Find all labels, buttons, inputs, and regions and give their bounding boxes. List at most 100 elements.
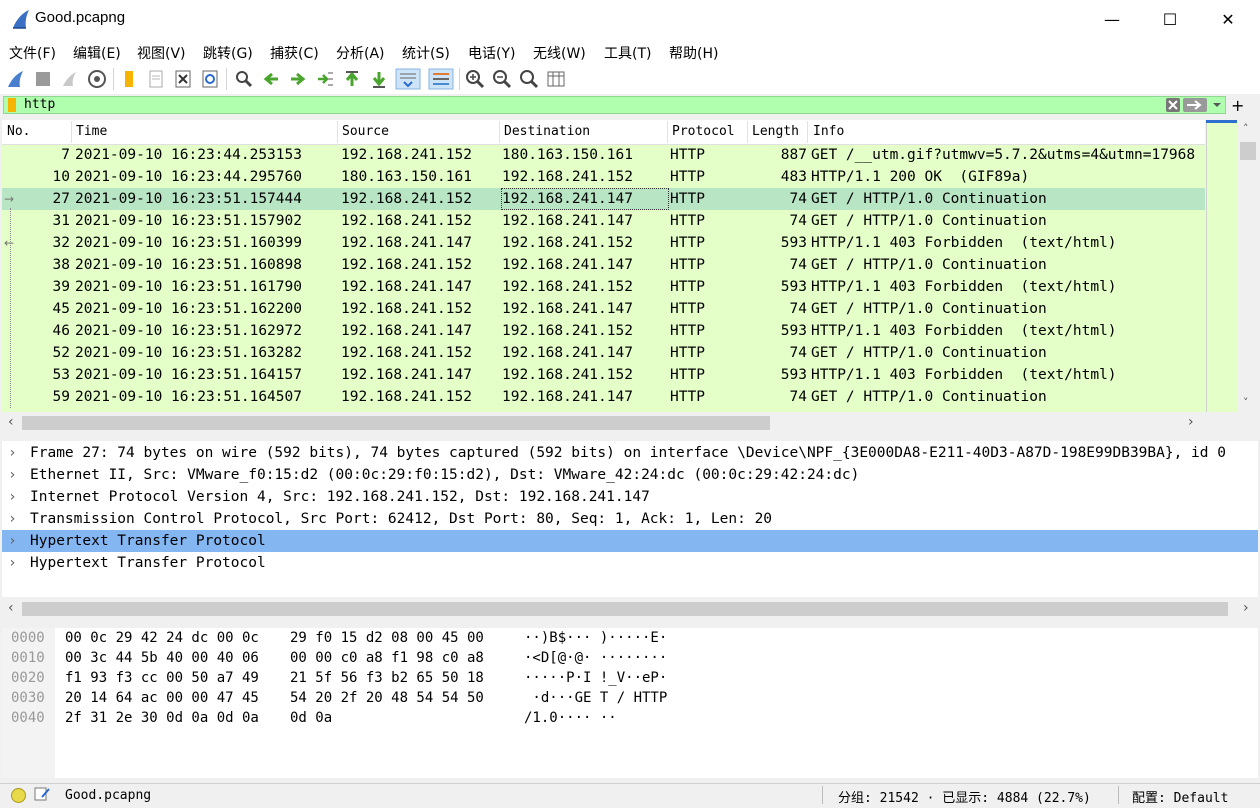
packet-list-hscroll-thumb[interactable] [22,416,770,430]
column-separator[interactable] [337,121,338,143]
normal-size-icon[interactable] [518,68,540,90]
open-file-icon[interactable] [118,68,140,90]
column-header-length[interactable]: Length [752,124,799,139]
stop-capture-icon[interactable] [32,68,54,90]
minimize-button[interactable]: — [1083,0,1141,38]
expand-chevron-icon[interactable]: › [8,486,17,508]
hex-bytes[interactable]: 00 0c 29 42 24 dc 00 0c [65,628,259,648]
start-capture-icon[interactable] [5,68,27,90]
expert-info-icon[interactable] [11,788,26,803]
column-separator[interactable] [71,121,72,143]
expand-chevron-icon[interactable]: › [8,530,17,552]
zoom-out-icon[interactable] [491,68,513,90]
detail-tree-item[interactable]: › Hypertext Transfer Protocol [2,552,1258,574]
packet-row[interactable]: 32 2021-09-10 16:23:51.160399 192.168.241.… [2,232,1205,254]
byte-offset[interactable]: 0020 [11,668,45,688]
status-profile[interactable]: 配置: Default [1132,787,1228,806]
restart-capture-icon[interactable] [59,68,81,90]
ascii-bytes[interactable]: ·d···GE T / HTTP [524,688,667,708]
scroll-up-icon[interactable]: ˄ [1243,122,1249,135]
menu-tools[interactable]: 工具(T) [604,43,651,63]
menu-analyze[interactable]: 分析(A) [336,43,385,63]
packet-row[interactable]: 38 2021-09-10 16:23:51.160898 192.168.241.… [2,254,1205,276]
menu-file[interactable]: 文件(F) [9,43,56,63]
column-separator[interactable] [667,121,668,143]
packet-minimap[interactable] [1206,120,1238,412]
ascii-bytes[interactable]: ·<D[@·@· ········ [524,648,667,668]
resize-columns-icon[interactable] [545,68,567,90]
menu-capture[interactable]: 捕获(C) [270,43,319,63]
packet-row[interactable]: 52 2021-09-10 16:23:51.163282 192.168.241.… [2,342,1205,364]
first-packet-icon[interactable] [341,68,363,90]
column-separator[interactable] [499,121,500,143]
close-file-icon[interactable] [172,68,194,90]
hex-bytes[interactable]: 54 20 2f 20 48 54 54 50 [290,688,484,708]
ascii-bytes[interactable]: ·····P·I !_V··eP· [524,668,667,688]
go-back-icon[interactable] [260,68,282,90]
column-header-destination[interactable]: Destination [504,124,590,139]
packet-row[interactable]: 46 2021-09-10 16:23:51.162972 192.168.241.… [2,320,1205,342]
packet-row[interactable]: 27 2021-09-10 16:23:51.157444 192.168.241.… [2,188,1205,210]
detail-tree-item[interactable]: › Ethernet II, Src: VMware_f0:15:d2 (00:0… [2,464,1258,486]
menu-edit[interactable]: 编辑(E) [73,43,121,63]
packet-row[interactable]: 39 2021-09-10 16:23:51.161790 192.168.241.… [2,276,1205,298]
go-forward-icon[interactable] [287,68,309,90]
byte-offset[interactable]: 0040 [11,708,45,728]
menu-telephony[interactable]: 电话(Y) [468,43,515,63]
menu-view[interactable]: 视图(V) [137,43,186,63]
details-hscroll-thumb[interactable] [22,602,1228,616]
packet-row[interactable]: 45 2021-09-10 16:23:51.162200 192.168.241.… [2,298,1205,320]
zoom-in-icon[interactable] [464,68,486,90]
column-header-source[interactable]: Source [342,124,389,139]
scroll-left-icon[interactable]: ‹ [8,600,14,616]
scroll-right-icon[interactable]: › [1188,414,1194,430]
colorize-icon[interactable] [428,68,454,90]
autoscroll-icon[interactable] [395,68,421,90]
byte-offset[interactable]: 0030 [11,688,45,708]
column-header-protocol[interactable]: Protocol [672,124,735,139]
hex-bytes[interactable]: f1 93 f3 cc 00 50 a7 49 [65,668,259,688]
hex-bytes[interactable]: 21 5f 56 f3 b2 65 50 18 [290,668,484,688]
maximize-button[interactable]: ☐ [1141,0,1199,38]
column-header-no[interactable]: No. [7,124,30,139]
packet-list-vscroll[interactable] [1237,120,1258,412]
hex-bytes[interactable]: 29 f0 15 d2 08 00 45 00 [290,628,484,648]
packet-list-vscroll-thumb[interactable] [1240,142,1256,160]
hex-bytes[interactable]: 00 00 c0 a8 f1 98 c0 a8 [290,648,484,668]
column-separator[interactable] [807,121,808,143]
packet-row[interactable]: 31 2021-09-10 16:23:51.157902 192.168.241.… [2,210,1205,232]
byte-offset[interactable]: 0010 [11,648,45,668]
hex-bytes[interactable]: 20 14 64 ac 00 00 47 45 [65,688,259,708]
reload-file-icon[interactable] [199,68,221,90]
scroll-down-icon[interactable]: ˅ [1243,396,1249,409]
detail-tree-item[interactable]: › Hypertext Transfer Protocol [2,530,1258,552]
scroll-right-icon[interactable]: › [1243,600,1249,616]
clear-filter-icon[interactable] [1166,98,1180,112]
ascii-bytes[interactable]: ··)B$··· )·····E· [524,628,667,648]
display-filter-input[interactable] [3,96,1226,114]
expand-chevron-icon[interactable]: › [8,464,17,486]
filter-dropdown-icon[interactable] [1212,100,1222,110]
menu-wireless[interactable]: 无线(W) [533,43,586,63]
packet-row[interactable]: 7 2021-09-10 16:23:44.253153 192.168.241.1… [2,144,1205,166]
capture-options-icon[interactable] [86,68,108,90]
scroll-left-icon[interactable]: ‹ [8,414,14,430]
capture-comment-icon[interactable] [34,786,50,802]
apply-filter-icon[interactable] [1183,98,1207,112]
byte-offset[interactable]: 0000 [11,628,45,648]
packet-row[interactable]: 53 2021-09-10 16:23:51.164157 192.168.241.… [2,364,1205,386]
last-packet-icon[interactable] [368,68,390,90]
column-header-time[interactable]: Time [76,124,107,139]
hex-bytes[interactable]: 0d 0a [290,708,332,728]
hex-bytes[interactable]: 2f 31 2e 30 0d 0a 0d 0a [65,708,259,728]
menu-go[interactable]: 跳转(G) [203,43,253,63]
bookmark-icon[interactable] [7,98,17,112]
menu-statistics[interactable]: 统计(S) [402,43,450,63]
detail-tree-item[interactable]: › Frame 27: 74 bytes on wire (592 bits), … [2,442,1258,464]
find-packet-icon[interactable] [233,68,255,90]
detail-tree-item[interactable]: › Internet Protocol Version 4, Src: 192.1… [2,486,1258,508]
go-to-packet-icon[interactable] [314,68,336,90]
save-file-icon[interactable] [145,68,167,90]
add-filter-button-icon[interactable]: + [1231,96,1244,115]
column-header-info[interactable]: Info [813,124,844,139]
